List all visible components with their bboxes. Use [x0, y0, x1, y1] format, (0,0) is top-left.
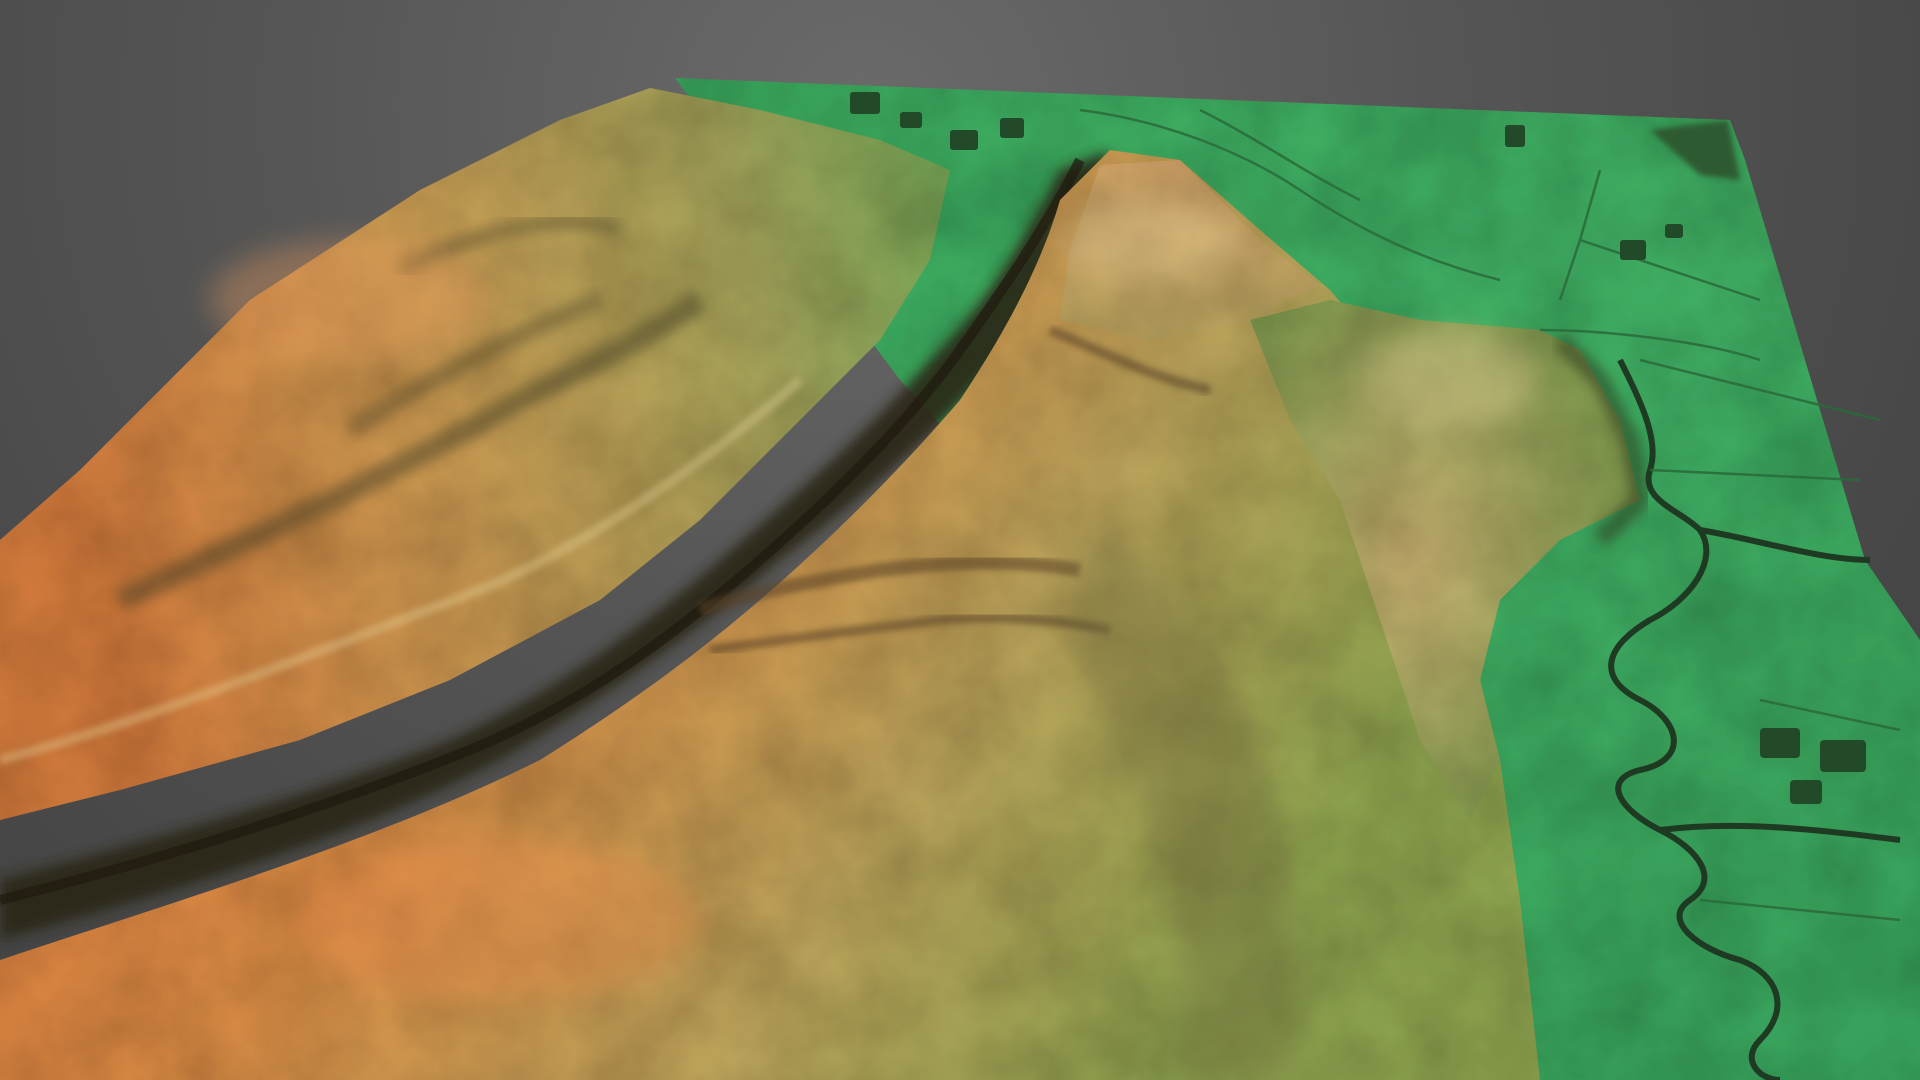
- 3d-viewport[interactable]: [0, 0, 1920, 1080]
- elevation-terrain-model[interactable]: [0, 0, 1920, 1080]
